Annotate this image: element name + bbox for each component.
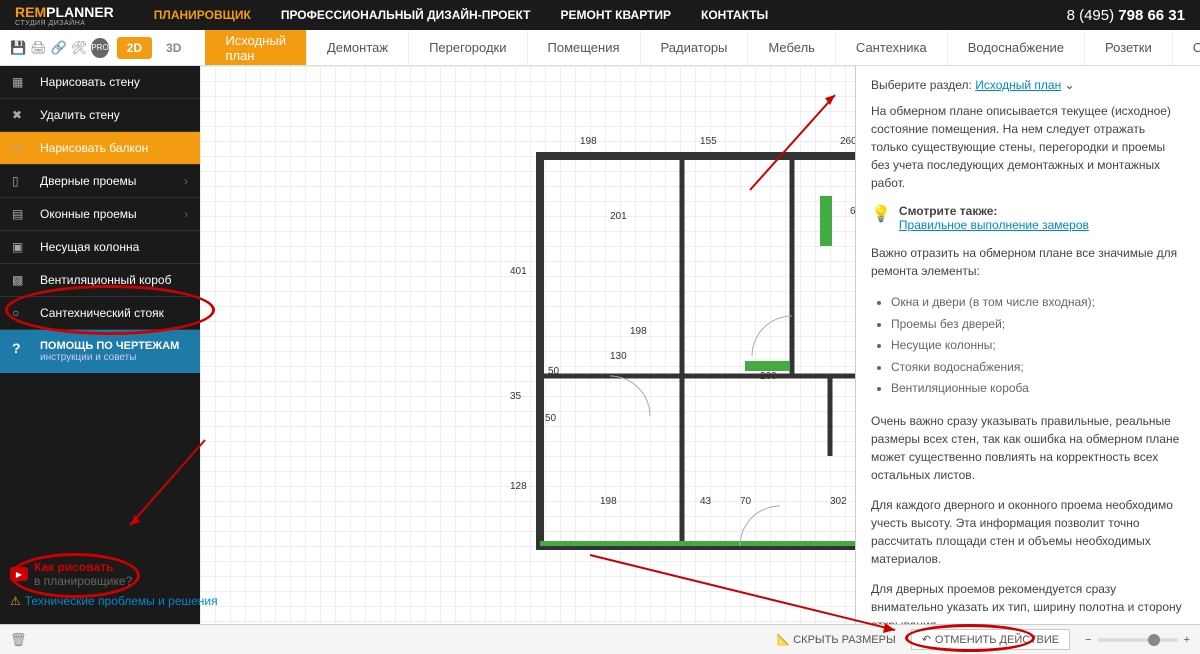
tools-icon[interactable]: 🛠 [71, 36, 88, 60]
dim: 201 [610, 211, 627, 222]
sidebar-draw-balcony[interactable]: ▭Нарисовать балкон [0, 132, 200, 165]
zoom-in-icon[interactable]: + [1184, 634, 1190, 646]
dim: 50 [548, 366, 559, 377]
tab-radiators[interactable]: Радиаторы [641, 30, 749, 65]
dim: 198 [630, 326, 647, 337]
tab-lowvolt[interactable]: Слаботочка [1173, 30, 1200, 65]
elements-list: Окна и двери (в том числе входная); Прое… [891, 292, 1185, 400]
tab-sockets[interactable]: Розетки [1085, 30, 1173, 65]
toolbar: 💾 🖨 🔗 🛠 PRO 2D 3D Исходный план Демонтаж… [0, 30, 1200, 66]
zoom-slider[interactable]: − + [1085, 634, 1190, 646]
tab-source-plan[interactable]: Исходный план [205, 30, 307, 65]
view-3d-button[interactable]: 3D [156, 37, 191, 59]
desc-p4: Для каждого дверного и оконного проема н… [871, 496, 1185, 568]
logo[interactable]: REMPLANNER СТУДИЯ ДИЗАЙНА [15, 4, 114, 27]
sidebar-draw-wall[interactable]: ▦Нарисовать стену [0, 66, 200, 99]
dim: 130 [610, 351, 627, 362]
tabs: Исходный план Демонтаж Перегородки Помещ… [205, 30, 1200, 65]
desc-p2: Важно отразить на обмерном плане все зна… [871, 244, 1185, 280]
section-select[interactable]: Выберите раздел: Исходный план ⌄ [871, 78, 1185, 92]
canvas[interactable]: 198 155 260 46 113 103 66 84 184 103 50 … [200, 66, 855, 624]
chevron-down-icon: ⌄ [1065, 78, 1075, 92]
phone: 8 (495) 798 66 31 [1067, 7, 1185, 24]
tab-rooms[interactable]: Помещения [528, 30, 641, 65]
dim: 128 [510, 481, 527, 492]
warning-icon: ⚠ [10, 594, 21, 608]
sidebar: ▦Нарисовать стену ✖Удалить стену ▭Нарисо… [0, 66, 200, 624]
zoom-out-icon[interactable]: − [1085, 634, 1091, 646]
desc-p1: На обмерном плане описывается текущее (и… [871, 102, 1185, 192]
header: REMPLANNER СТУДИЯ ДИЗАЙНА ПЛАНИРОВЩИК ПР… [0, 0, 1200, 30]
view-2d-button[interactable]: 2D [117, 37, 152, 59]
dim: 50 [545, 413, 556, 424]
tab-water[interactable]: Водоснабжение [948, 30, 1085, 65]
question-icon: ? [12, 340, 32, 360]
save-icon[interactable]: 💾 [10, 36, 26, 60]
print-icon[interactable]: 🖨 [30, 36, 47, 60]
tech-problems-link[interactable]: ⚠ Технические проблемы и решения [10, 594, 218, 608]
sidebar-column[interactable]: ▣Несущая колонна [0, 231, 200, 264]
link-measurements[interactable]: Правильное выполнение замеров [899, 218, 1089, 232]
nav-repair[interactable]: РЕМОНТ КВАРТИР [560, 8, 671, 22]
sidebar-window-openings[interactable]: ▤Оконные проемы› [0, 198, 200, 231]
bottom-links: ▶ Как рисоватьв планировщике? ⚠ Техничес… [10, 560, 218, 608]
nav-planner[interactable]: ПЛАНИРОВЩИК [154, 8, 251, 22]
bulb-icon: 💡 [871, 204, 891, 224]
dim: 35 [510, 391, 521, 402]
footer: 🗑 📐 СКРЫТЬ РАЗМЕРЫ ↶ ОТМЕНИТЬ ДЕЙСТВИЕ −… [0, 624, 1200, 654]
dim: 198 [600, 496, 617, 507]
nav-design[interactable]: ПРОФЕССИОНАЛЬНЫЙ ДИЗАЙН-ПРОЕКТ [281, 8, 531, 22]
howto-link[interactable]: ▶ Как рисоватьв планировщике? [10, 560, 218, 588]
right-panel: ✕ Выберите раздел: Исходный план ⌄ На об… [855, 66, 1200, 624]
dim: 260 [760, 371, 777, 382]
desc-p5: Для дверных проемов рекомендуется сразу … [871, 580, 1185, 624]
trash-icon[interactable]: 🗑 [10, 632, 27, 648]
dim: 155 [700, 136, 717, 147]
dim: 70 [740, 496, 751, 507]
pro-badge[interactable]: PRO [91, 38, 108, 58]
dim: 401 [510, 266, 527, 277]
youtube-icon: ▶ [10, 567, 28, 581]
dim: 43 [700, 496, 711, 507]
sidebar-delete-wall[interactable]: ✖Удалить стену [0, 99, 200, 132]
sidebar-vent-box[interactable]: ▩Вентиляционный короб [0, 264, 200, 297]
tab-demolition[interactable]: Демонтаж [307, 30, 409, 65]
desc-p3: Очень важно сразу указывать правильные, … [871, 412, 1185, 484]
hide-dims-button[interactable]: 📐 СКРЫТЬ РАЗМЕРЫ [776, 633, 895, 646]
dim: 302 [830, 496, 847, 507]
tab-partitions[interactable]: Перегородки [409, 30, 527, 65]
sidebar-door-openings[interactable]: ▯Дверные проемы› [0, 165, 200, 198]
top-nav: ПЛАНИРОВЩИК ПРОФЕССИОНАЛЬНЫЙ ДИЗАЙН-ПРОЕ… [154, 8, 768, 22]
dim: 198 [580, 136, 597, 147]
sidebar-plumbing-riser[interactable]: ○Сантехнический стояк [0, 297, 200, 330]
tab-plumbing[interactable]: Сантехника [836, 30, 948, 65]
help-block[interactable]: ? ПОМОЩЬ ПО ЧЕРТЕЖАМ инструкции и советы [0, 330, 200, 373]
see-also-1: 💡 Смотрите также:Правильное выполнение з… [871, 204, 1185, 232]
nav-contacts[interactable]: КОНТАКТЫ [701, 8, 768, 22]
tab-furniture[interactable]: Мебель [748, 30, 836, 65]
undo-button[interactable]: ↶ ОТМЕНИТЬ ДЕЙСТВИЕ [911, 629, 1070, 650]
link-icon[interactable]: 🔗 [51, 36, 67, 60]
